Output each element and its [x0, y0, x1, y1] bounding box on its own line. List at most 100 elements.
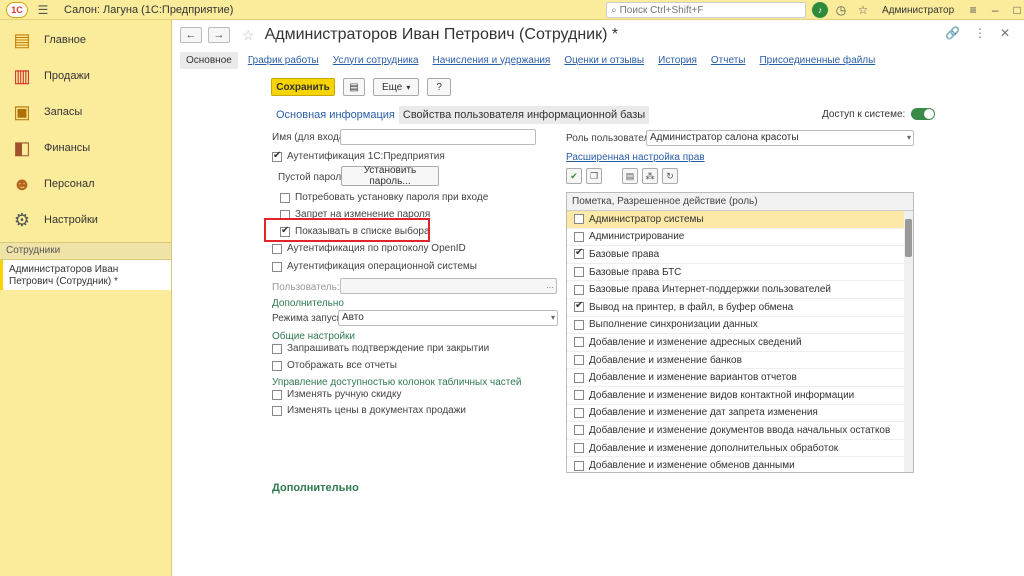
checkbox-box [272, 389, 282, 400]
bookmark-star-icon[interactable]: ☆ [242, 27, 255, 44]
require-password-checkbox[interactable]: Потребовать установку пароля при входе [280, 192, 488, 203]
role-checkbox[interactable] [574, 267, 584, 278]
role-checkbox[interactable] [574, 214, 584, 225]
settings-menu-icon[interactable]: ≡ [964, 1, 982, 19]
sidebar-item-main[interactable]: ▤ Главное [0, 22, 171, 58]
role-checkbox[interactable] [574, 337, 584, 348]
role-row[interactable]: Добавление и изменение дополнительных об… [567, 440, 905, 458]
minimize-icon[interactable]: – [986, 1, 1004, 19]
forward-button[interactable]: → [208, 27, 230, 43]
tab-history[interactable]: История [658, 55, 697, 66]
role-row[interactable]: Администратор системы [567, 211, 905, 229]
footer-additional-section[interactable]: Дополнительно [272, 482, 359, 494]
advanced-rights-link[interactable]: Расширенная настройка прав [566, 152, 705, 163]
role-checkbox[interactable] [574, 460, 584, 471]
os-user-input[interactable]: … [340, 278, 557, 294]
role-row[interactable]: Добавление и изменение видов контактной … [567, 387, 905, 405]
window-close-icon[interactable]: ✕ [1000, 26, 1010, 40]
list-view-button[interactable]: ▤ [622, 168, 638, 184]
role-row[interactable]: Выполнение синхронизации данных [567, 317, 905, 335]
role-label: Роль пользователя: [566, 133, 658, 144]
document-icon: ▤ [349, 81, 359, 93]
document-button[interactable]: ▤ [343, 78, 365, 96]
help-button[interactable]: ? [427, 78, 451, 96]
auth-os-checkbox[interactable]: Аутентификация операционной системы [272, 261, 477, 272]
subtab-ib-user-props[interactable]: Свойства пользователя информационной баз… [398, 106, 650, 124]
role-row[interactable]: Добавление и изменение банков [567, 352, 905, 370]
favorites-star-icon[interactable]: ☆ [854, 1, 872, 19]
set-password-button[interactable]: Установить пароль... [341, 165, 439, 187]
role-checkbox[interactable] [574, 355, 584, 366]
scrollbar-thumb[interactable] [905, 219, 912, 257]
role-row[interactable]: Добавление и изменение обменов данными [567, 457, 905, 472]
sidebar-item-stock[interactable]: ▣ Запасы [0, 94, 171, 130]
tab-accruals[interactable]: Начисления и удержания [433, 55, 551, 66]
role-checkbox[interactable] [574, 407, 584, 418]
global-search[interactable]: ⌕ [606, 2, 806, 18]
show-all-reports-checkbox[interactable]: Отображать все отчеты [272, 360, 397, 371]
role-checkbox[interactable] [574, 319, 584, 330]
more-button[interactable]: Еще ▾ [373, 78, 420, 96]
role-checkbox[interactable] [574, 300, 584, 313]
change-prices-checkbox[interactable]: Изменять цены в документах продажи [272, 405, 466, 416]
role-row[interactable]: Администрирование [567, 229, 905, 247]
link-icon[interactable]: 🔗 [945, 26, 960, 40]
role-checkbox[interactable] [574, 372, 584, 383]
role-row[interactable]: Базовые права БТС [567, 264, 905, 282]
hamburger-menu-icon[interactable]: ☰ [34, 1, 52, 19]
history-icon[interactable]: ◷ [832, 1, 850, 19]
roles-scrollbar[interactable] [904, 211, 913, 472]
role-row[interactable]: Добавление и изменение вариантов отчетов [567, 369, 905, 387]
role-checkbox[interactable] [574, 247, 584, 260]
role-row[interactable]: Добавление и изменение дат запрета измен… [567, 405, 905, 423]
role-row[interactable]: Вывод на принтер, в файл, в буфер обмена [567, 299, 905, 317]
login-input[interactable] [340, 129, 536, 145]
tree-view-button[interactable]: ⁂ [642, 168, 658, 184]
open-window-item[interactable]: Администраторов Иван Петрович (Сотрудник… [0, 260, 171, 290]
tab-attached-files[interactable]: Присоединенные файлы [759, 55, 875, 66]
role-checkbox[interactable] [574, 443, 584, 454]
launch-mode-select[interactable]: Авто ▾ [338, 310, 558, 326]
role-row[interactable]: Базовые права [567, 246, 905, 264]
role-row[interactable]: Добавление и изменение документов ввода … [567, 422, 905, 440]
role-checkbox[interactable] [574, 231, 584, 242]
refresh-button[interactable]: ↻ [662, 168, 678, 184]
auth-1c-checkbox[interactable]: Аутентификация 1С:Предприятия [272, 150, 445, 162]
sidebar-item-settings[interactable]: ⚙ Настройки [0, 202, 171, 238]
menu-list-icon: ▤ [13, 29, 31, 50]
sidebar-item-sales[interactable]: ▥ Продажи [0, 58, 171, 94]
check-all-button[interactable]: ✔ [566, 168, 582, 184]
role-checkbox[interactable] [574, 284, 584, 295]
tab-ratings[interactable]: Оценки и отзывы [564, 55, 644, 66]
login-label: Имя (для входа): [272, 132, 351, 143]
main-area: ← → ☆ Администраторов Иван Петрович (Сот… [172, 20, 1024, 576]
back-button[interactable]: ← [180, 27, 202, 43]
sidebar-filler [0, 290, 171, 576]
save-button[interactable]: Сохранить [271, 78, 335, 96]
tab-reports[interactable]: Отчеты [711, 55, 746, 66]
role-label-text: Добавление и изменение вариантов отчетов [589, 372, 797, 384]
current-user[interactable]: Администратор [882, 5, 954, 16]
role-checkbox[interactable] [574, 390, 584, 401]
more-menu-icon[interactable]: ⋮ [974, 26, 986, 40]
page-title: Администраторов Иван Петрович (Сотрудник… [264, 26, 619, 43]
uncheck-all-button[interactable]: ❐ [586, 168, 602, 184]
tab-main[interactable]: Основное [180, 51, 238, 69]
system-access-toggle[interactable] [911, 108, 936, 120]
subtab-main-info[interactable]: Основная информация [272, 106, 399, 124]
wallet-icon: ◧ [13, 137, 31, 158]
search-input[interactable] [619, 4, 800, 16]
auth-openid-checkbox[interactable]: Аутентификация по протоколу OpenID [272, 243, 466, 254]
maximize-icon[interactable]: □ [1008, 1, 1024, 19]
notifications-bell-icon[interactable]: ♪ [812, 2, 828, 18]
sidebar-item-staff[interactable]: ☻ Персонал [0, 166, 171, 202]
change-discount-checkbox[interactable]: Изменять ручную скидку [272, 389, 401, 400]
tab-services[interactable]: Услуги сотрудника [333, 55, 419, 66]
role-select[interactable]: Администратор салона красоты ▾ [646, 130, 914, 146]
role-row[interactable]: Добавление и изменение адресных сведений [567, 334, 905, 352]
role-checkbox[interactable] [574, 425, 584, 436]
confirm-close-checkbox[interactable]: Запрашивать подтверждение при закрытии [272, 343, 489, 354]
tab-schedule[interactable]: График работы [248, 55, 319, 66]
sidebar-item-finance[interactable]: ◧ Финансы [0, 130, 171, 166]
role-row[interactable]: Базовые права Интернет-поддержки пользов… [567, 281, 905, 299]
